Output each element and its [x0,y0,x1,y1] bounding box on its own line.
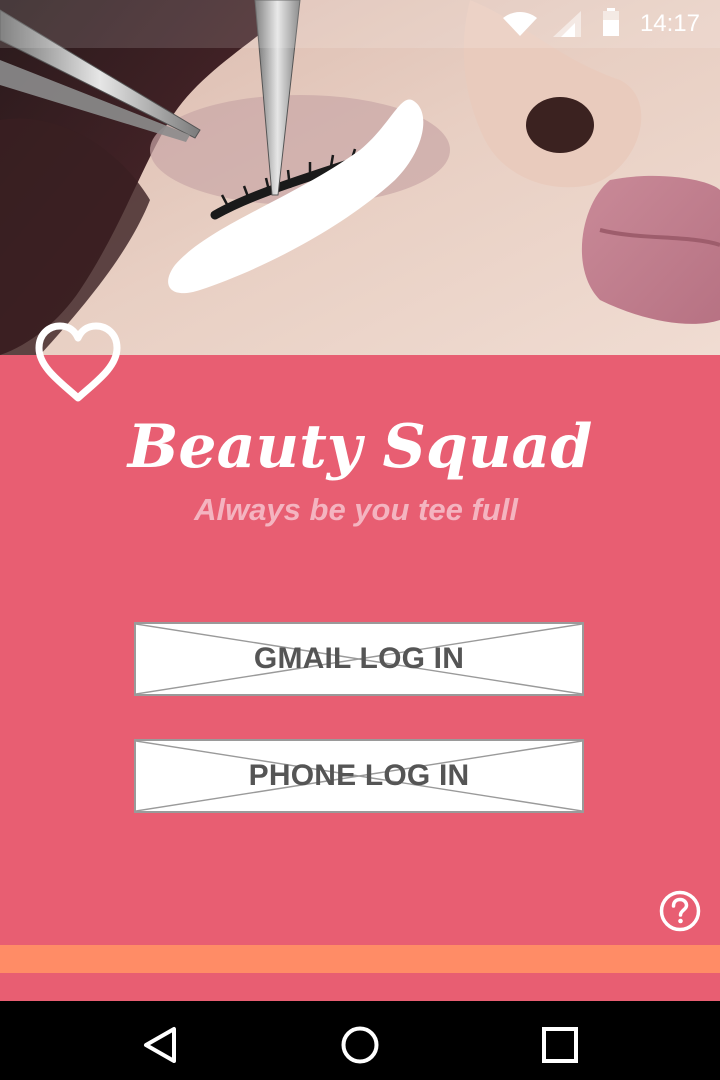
gmail-login-button[interactable]: GMAIL LOG IN [134,622,584,696]
status-time: 14:17 [639,10,700,37]
home-circle-icon[interactable] [338,1023,382,1067]
back-triangle-icon[interactable] [138,1023,182,1067]
recents-square-icon[interactable] [538,1023,582,1067]
bottom-band [0,973,720,1001]
battery-icon [603,8,619,41]
cell-signal-icon [553,11,581,42]
gmail-login-label: GMAIL LOG IN [253,642,465,675]
accent-strip [0,945,720,973]
navigation-bar [0,1001,720,1080]
status-bar: 14:17 [0,0,720,48]
app-title: Beauty Squad [127,412,593,482]
phone-login-label: PHONE LOG IN [248,759,470,792]
phone-login-button[interactable]: PHONE LOG IN [134,739,584,813]
help-circle-icon[interactable] [659,890,701,932]
hero-photo [0,0,720,355]
login-screen: 14:17 Beauty Squad Always be you tee ful… [0,0,720,1080]
heart-outline-icon [33,322,123,404]
app-tagline: Always be you tee full [194,492,518,527]
wifi-icon [503,12,537,41]
